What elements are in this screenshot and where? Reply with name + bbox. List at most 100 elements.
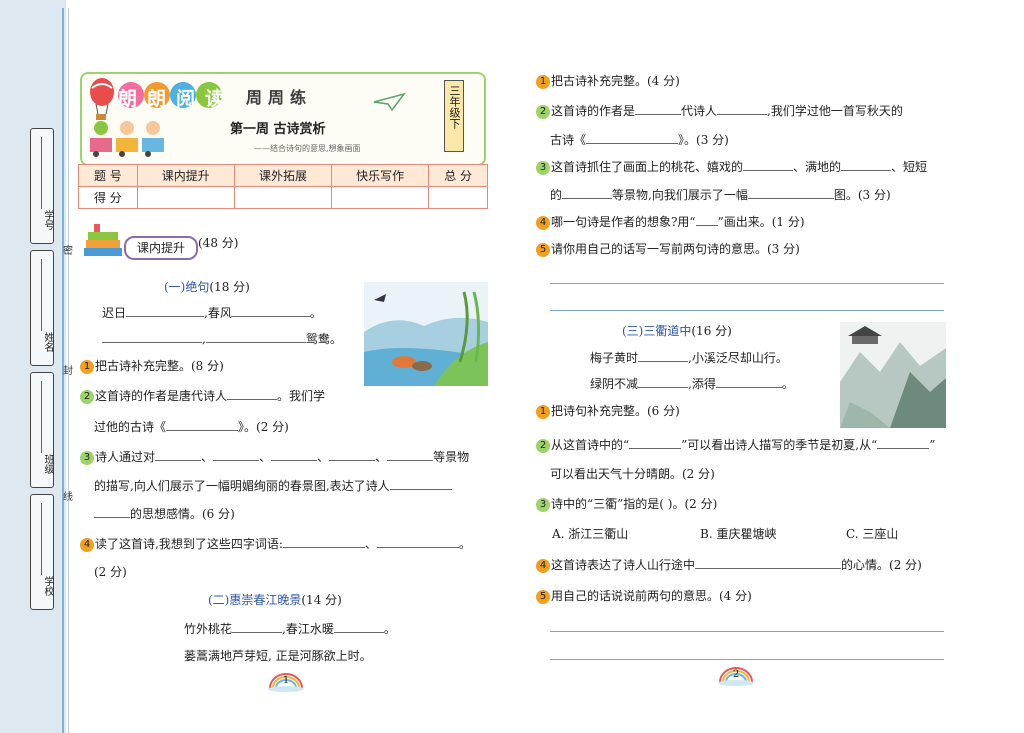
fill-blank[interactable]	[102, 330, 202, 343]
question-text: 的描写,向人们展示了一幅明媚绚丽的春景图,表达了诗人	[94, 479, 390, 493]
answer-line[interactable]	[550, 631, 944, 632]
fill-blank[interactable]	[389, 477, 452, 490]
fill-blank[interactable]	[94, 505, 130, 518]
poem-text: 竹外桃花	[184, 622, 233, 636]
fill-blank[interactable]	[376, 535, 459, 548]
answer-line[interactable]	[550, 283, 944, 284]
page-number: 1	[282, 675, 290, 686]
option-b[interactable]: B. 重庆瞿塘峡	[700, 526, 776, 542]
question-text: 、	[201, 450, 214, 464]
fill-blank[interactable]	[205, 330, 306, 343]
fill-blank[interactable]	[126, 304, 205, 317]
option-c[interactable]: C. 三座山	[846, 526, 898, 542]
fill-blank[interactable]	[166, 418, 239, 431]
poem3-title-text: (三)三衢道中	[622, 324, 692, 338]
fill-blank[interactable]	[155, 448, 202, 461]
question-1-2: 2 这首诗的作者是唐代诗人 。我们学	[80, 387, 325, 404]
fill-blank[interactable]	[695, 556, 842, 569]
table-header-cell: 题 号	[78, 164, 138, 187]
table-row: 得 分	[78, 186, 488, 209]
write-line	[41, 503, 42, 575]
fill-blank[interactable]	[227, 387, 278, 400]
score-cell[interactable]	[331, 186, 430, 209]
fill-blank[interactable]	[638, 375, 689, 388]
school-label: 学校	[42, 576, 53, 596]
fill-blank[interactable]	[717, 102, 768, 115]
student-number-box[interactable]: 学号	[30, 128, 54, 244]
question-text: 把古诗补充完整。(4 分)	[551, 74, 680, 88]
number-badge: 2	[80, 389, 94, 404]
poem3-points: (16 分)	[691, 324, 732, 338]
fill-blank[interactable]	[213, 448, 260, 461]
poem-text: ,添得	[688, 377, 716, 391]
score-cell[interactable]	[428, 186, 488, 209]
fill-blank[interactable]	[638, 349, 689, 362]
fill-blank[interactable]	[695, 213, 718, 226]
question-2-4: 4 哪一句诗是作者的想象?用“ ”画出来。(1 分)	[536, 213, 805, 230]
name-box[interactable]: 姓名	[30, 250, 54, 366]
fill-blank[interactable]	[387, 448, 434, 461]
score-cell[interactable]	[136, 186, 235, 209]
fill-blank[interactable]	[715, 375, 782, 388]
question-text: 代诗人	[681, 104, 718, 118]
score-cell[interactable]	[233, 186, 333, 209]
poem-text: 绿阴不减	[590, 377, 639, 391]
question-text: 把诗句补充完整。(6 分)	[551, 404, 680, 418]
number-badge: 3	[536, 160, 550, 175]
kids-train-icon	[90, 121, 164, 157]
number-badge: 4	[80, 537, 94, 552]
poem-text: 。	[781, 377, 794, 391]
fill-blank[interactable]	[743, 158, 794, 171]
answer-line[interactable]	[550, 310, 944, 311]
question-text: 这首诗的作者是唐代诗人	[95, 389, 228, 403]
question-3-5: 5 用自己的话说说前两句的意思。(4 分)	[536, 588, 752, 604]
question-text: ”可以看出诗人描写的季节是初夏,从“	[681, 438, 878, 452]
fill-blank[interactable]	[271, 448, 318, 461]
number-badge: 4	[536, 215, 550, 230]
poem2-title-text: (二)惠崇春江晚景	[208, 593, 302, 607]
fill-blank[interactable]	[877, 436, 930, 449]
poem1-illustration	[364, 282, 488, 386]
table-header-cell: 课外拓展	[233, 164, 333, 187]
number-badge: 5	[536, 242, 550, 257]
section-points: (48 分)	[198, 236, 239, 250]
question-text: ”	[929, 438, 936, 452]
fill-blank[interactable]	[562, 186, 613, 199]
poem2-title: (二)惠崇春江晚景(14 分)	[208, 591, 342, 608]
fill-blank[interactable]	[747, 186, 834, 199]
fill-blank[interactable]	[841, 158, 892, 171]
number-badge: 3	[80, 450, 94, 465]
section-label: 课内提升	[124, 236, 198, 260]
table-row-label: 得 分	[78, 186, 138, 209]
option-a[interactable]: A. 浙江三衢山	[552, 526, 628, 542]
class-box[interactable]: 班级	[30, 372, 54, 488]
question-2-3: 3 这首诗抓住了画面上的桃花、嬉戏的 、满地的 、短短	[536, 158, 927, 175]
question-2-2: 2 这首诗的作者是 代诗人 ,我们学过他一首写秋天的	[536, 102, 903, 119]
seal-char-mi: 密	[63, 246, 73, 257]
fill-blank[interactable]	[232, 620, 283, 633]
fill-blank[interactable]	[282, 535, 365, 548]
fill-blank[interactable]	[629, 436, 682, 449]
table-header-row: 题 号 课内提升 课外拓展 快乐写作 总 分	[78, 164, 488, 187]
books-icon	[84, 224, 122, 256]
school-box[interactable]: 学校	[30, 494, 54, 610]
question-text: 的思想感情。(6 分)	[130, 507, 235, 521]
question-3-2: 2 从这首诗中的“ ”可以看出诗人描写的季节是初夏,从“ ”	[536, 436, 935, 453]
fill-blank[interactable]	[231, 304, 310, 317]
question-text: 的心情。(2 分)	[841, 558, 922, 572]
question-text: 、满地的	[793, 160, 842, 174]
write-line	[41, 381, 42, 453]
fill-blank[interactable]	[333, 620, 384, 633]
fill-blank[interactable]	[635, 102, 682, 115]
fill-blank[interactable]	[329, 448, 376, 461]
poem3-title: (三)三衢道中(16 分)	[622, 322, 732, 339]
question-1-2-cont: 过他的古诗《 》。(2 分)	[94, 418, 289, 435]
question-text: 、短短	[891, 160, 928, 174]
question-text: 把古诗补充完整。(8 分)	[95, 359, 224, 373]
answer-line[interactable]	[550, 659, 944, 660]
question-text: 。	[458, 537, 471, 551]
question-text: 的	[550, 188, 563, 202]
week-subtitle: ——结合诗句的意思,想象画面	[254, 144, 361, 153]
fill-blank[interactable]	[586, 131, 679, 144]
series-title: 周周练	[246, 88, 313, 107]
